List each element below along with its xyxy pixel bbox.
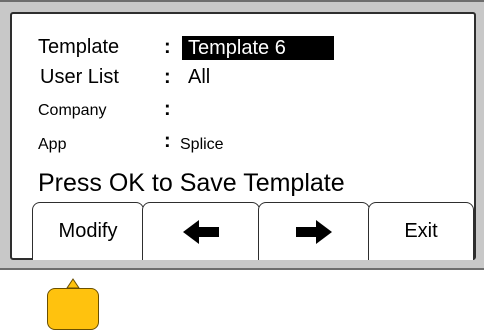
user-list-colon: : (164, 66, 171, 88)
save-prompt: Press OK to Save Template (38, 169, 345, 197)
user-list-label: User List (40, 66, 119, 88)
app-label: App (38, 136, 67, 153)
user-list-value[interactable]: All (188, 66, 210, 89)
exit-button-label: Exit (404, 220, 438, 242)
device-frame: Template : Template 6 User List : All Co… (0, 0, 484, 270)
exit-button[interactable]: Exit (368, 202, 474, 260)
modify-button[interactable]: Modify (32, 202, 144, 260)
company-label: Company (38, 102, 107, 119)
template-colon: : (164, 36, 171, 58)
left-arrow-button[interactable] (142, 202, 260, 260)
app-colon: : (164, 130, 171, 152)
template-label: Template (38, 36, 120, 58)
left-arrow-icon (183, 219, 219, 244)
display-screen: Template : Template 6 User List : All Co… (10, 12, 476, 260)
app-value[interactable]: Splice (180, 136, 224, 154)
company-colon: : (164, 98, 171, 120)
right-arrow-icon (296, 219, 332, 244)
modify-button-label: Modify (58, 220, 118, 242)
right-arrow-button[interactable] (258, 202, 370, 260)
template-value[interactable]: Template 6 (182, 36, 334, 60)
ok-button[interactable] (47, 288, 99, 330)
